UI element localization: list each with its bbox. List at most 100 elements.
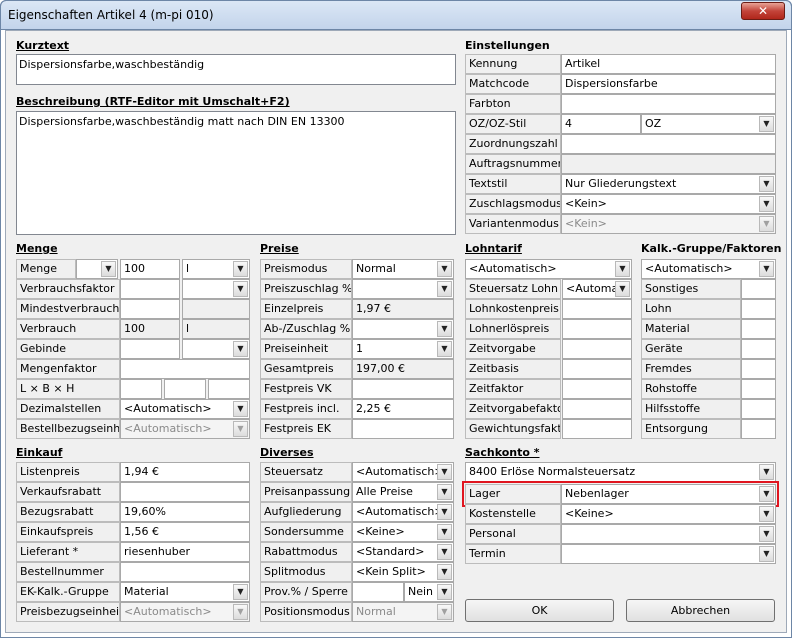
personal-select[interactable]: ▼: [561, 524, 776, 544]
chevron-down-icon[interactable]: ▼: [759, 196, 774, 212]
kostenstelle-select[interactable]: <Keine> ▼: [561, 504, 776, 524]
kalk-row-field[interactable]: [741, 359, 776, 379]
festpreis-vk-field[interactable]: [352, 379, 454, 399]
chevron-down-icon[interactable]: ▼: [437, 484, 452, 500]
lieferant-field[interactable]: riesenhuber: [120, 542, 250, 562]
chevron-down-icon[interactable]: ▼: [615, 281, 630, 297]
kostenstelle-value: <Keine>: [565, 507, 614, 520]
zeitvorgabe-field[interactable]: [562, 339, 632, 359]
einkaufspreis-field[interactable]: 1,56 €: [120, 522, 250, 542]
verbrauchsfaktor-field[interactable]: [120, 279, 180, 299]
festpreis-ek-field[interactable]: [352, 419, 454, 439]
chevron-down-icon[interactable]: ▼: [101, 261, 116, 277]
provision-field[interactable]: [352, 582, 404, 602]
ek-kalk-gruppe-select[interactable]: Material ▼: [120, 582, 250, 602]
splitmodus-select[interactable]: <Kein Split> ▼: [352, 562, 454, 582]
kurztext-field[interactable]: Dispersionsfarbe,waschbeständig: [16, 54, 456, 85]
chevron-down-icon[interactable]: ▼: [233, 584, 248, 600]
height-field[interactable]: [208, 379, 250, 399]
sperre-select[interactable]: Nein ▼: [404, 582, 454, 602]
menge-operator-select[interactable]: ▼: [76, 259, 118, 279]
chevron-down-icon[interactable]: ▼: [759, 464, 774, 480]
zeitbasis-field[interactable]: [562, 359, 632, 379]
width-field[interactable]: [164, 379, 206, 399]
abbrechen-button[interactable]: Abbrechen: [626, 599, 775, 622]
verkaufsrabatt-field[interactable]: [120, 482, 250, 502]
lohnerloespreis-field[interactable]: [562, 319, 632, 339]
listenpreis-field[interactable]: 1,94 €: [120, 462, 250, 482]
oz-number-field[interactable]: 4: [561, 114, 641, 134]
kalk-gruppe-select[interactable]: <Automatisch> ▼: [641, 259, 776, 279]
chevron-down-icon[interactable]: ▼: [437, 464, 452, 480]
chevron-down-icon[interactable]: ▼: [437, 341, 452, 357]
kalk-row-field[interactable]: [741, 399, 776, 419]
lohntarif-select[interactable]: <Automatisch> ▼: [465, 259, 632, 279]
chevron-down-icon[interactable]: ▼: [437, 504, 452, 520]
textstil-select[interactable]: Nur Gliederungstext ▼: [561, 174, 776, 194]
kalk-row-field[interactable]: [741, 299, 776, 319]
gebinde-field[interactable]: [120, 339, 180, 359]
zeitfaktor-field[interactable]: [562, 379, 632, 399]
steuersatz-lohn-select[interactable]: <Automat ▼: [562, 279, 632, 299]
mengenfaktor-field[interactable]: [120, 359, 250, 379]
zuordnung-field[interactable]: [561, 134, 776, 154]
beschreibung-editor[interactable]: Dispersionsfarbe,waschbeständig matt nac…: [16, 111, 456, 235]
chevron-down-icon[interactable]: ▼: [233, 401, 248, 417]
chevron-down-icon[interactable]: ▼: [437, 281, 452, 297]
lohnkostenpreis-field[interactable]: [562, 299, 632, 319]
chevron-down-icon[interactable]: ▼: [437, 321, 452, 337]
preismodus-select[interactable]: Normal ▼: [352, 259, 454, 279]
steuersatz-select[interactable]: <Automatisch> ▼: [352, 462, 454, 482]
preiszuschlag-select[interactable]: ▼: [352, 279, 454, 299]
zeitvorgabefaktor-field[interactable]: [562, 399, 632, 419]
chevron-down-icon[interactable]: ▼: [759, 176, 774, 192]
sachkonto-select[interactable]: 8400 Erlöse Normalsteuersatz ▼: [465, 462, 776, 482]
kalk-row-field[interactable]: [741, 419, 776, 439]
chevron-down-icon[interactable]: ▼: [437, 261, 452, 277]
bezugsrabatt-field[interactable]: 19,60%: [120, 502, 250, 522]
kennung-field[interactable]: Artikel: [561, 54, 776, 74]
chevron-down-icon[interactable]: ▼: [759, 116, 774, 132]
chevron-down-icon[interactable]: ▼: [759, 526, 774, 542]
zuschlagsmodus-select[interactable]: <Kein> ▼: [561, 194, 776, 214]
bestellnummer-field[interactable]: [120, 562, 250, 582]
mindestverbrauch-field[interactable]: [120, 299, 180, 319]
einzelpreis-field: 1,97 €: [352, 299, 454, 319]
menge-field[interactable]: 100: [120, 259, 180, 279]
aufgliederung-select[interactable]: <Automatisch> ▼: [352, 502, 454, 522]
length-field[interactable]: [120, 379, 162, 399]
abzuschlag-select[interactable]: ▼: [352, 319, 454, 339]
chevron-down-icon[interactable]: ▼: [437, 584, 452, 600]
chevron-down-icon[interactable]: ▼: [437, 524, 452, 540]
ok-button[interactable]: OK: [465, 599, 614, 622]
farbton-field[interactable]: [561, 94, 776, 114]
kalk-row-field[interactable]: [741, 319, 776, 339]
dezimalstellen-select[interactable]: <Automatisch> ▼: [120, 399, 250, 419]
festpreis-incl-field[interactable]: 2,25 €: [352, 399, 454, 419]
gebinde-unit-select[interactable]: ▼: [182, 339, 250, 359]
kalk-row-field[interactable]: [741, 279, 776, 299]
chevron-down-icon[interactable]: ▼: [233, 341, 248, 357]
chevron-down-icon[interactable]: ▼: [759, 506, 774, 522]
chevron-down-icon[interactable]: ▼: [759, 261, 774, 277]
chevron-down-icon[interactable]: ▼: [759, 546, 774, 562]
close-button[interactable]: ✕: [741, 2, 785, 20]
chevron-down-icon[interactable]: ▼: [233, 261, 248, 277]
matchcode-field[interactable]: Dispersionsfarbe: [561, 74, 776, 94]
rabattmodus-select[interactable]: <Standard> ▼: [352, 542, 454, 562]
sondersumme-select[interactable]: <Keine> ▼: [352, 522, 454, 542]
termin-select[interactable]: ▼: [561, 544, 776, 564]
menge-unit-select[interactable]: l ▼: [182, 259, 250, 279]
verbrauchsfaktor-unit-select[interactable]: ▼: [182, 279, 250, 299]
splitmodus-label: Splitmodus: [260, 562, 352, 582]
kalk-row-field[interactable]: [741, 379, 776, 399]
chevron-down-icon[interactable]: ▼: [437, 544, 452, 560]
kalk-row-field[interactable]: [741, 339, 776, 359]
chevron-down-icon[interactable]: ▼: [437, 564, 452, 580]
preiseinheit-select[interactable]: 1 ▼: [352, 339, 454, 359]
chevron-down-icon[interactable]: ▼: [615, 261, 630, 277]
preisanpassung-select[interactable]: Alle Preise ▼: [352, 482, 454, 502]
chevron-down-icon[interactable]: ▼: [233, 281, 248, 297]
oz-stil-select[interactable]: OZ ▼: [641, 114, 776, 134]
gewichtungsfaktor-field[interactable]: [562, 419, 632, 439]
